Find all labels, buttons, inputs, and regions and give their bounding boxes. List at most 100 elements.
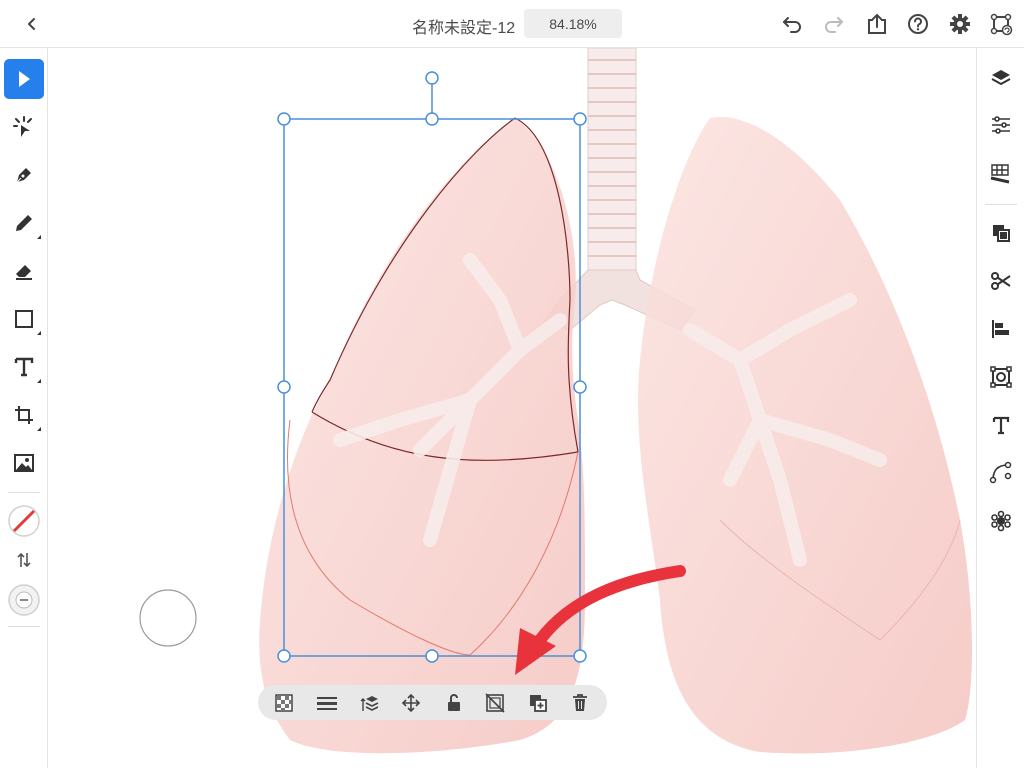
layers-button[interactable]: [981, 58, 1021, 98]
move-arrows-icon: [401, 693, 421, 713]
back-button[interactable]: [20, 12, 44, 36]
shape-builder-button[interactable]: [981, 261, 1021, 301]
sliders-icon: [992, 116, 1010, 134]
resize-handle: [277, 649, 291, 663]
effects-button[interactable]: [981, 501, 1021, 541]
left-toolbar: [0, 48, 48, 768]
eraser-icon: [16, 265, 32, 280]
image-icon: [14, 454, 34, 472]
lung-right: [638, 116, 972, 754]
redo-icon: [825, 17, 843, 33]
rectangle-icon: [15, 310, 33, 328]
arrange-layers-button[interactable]: [357, 690, 383, 716]
submenu-indicator: [37, 235, 41, 239]
redo-button[interactable]: [822, 12, 846, 36]
unlock-icon: [448, 694, 460, 711]
type-tool[interactable]: [4, 347, 44, 387]
repeat-grid-button[interactable]: [981, 357, 1021, 397]
document-title[interactable]: 名称未設定-12: [412, 14, 515, 38]
grid-settings-button[interactable]: [981, 153, 1021, 193]
settings-button[interactable]: [948, 12, 972, 36]
rotate-handle: [425, 71, 439, 85]
type-icon: [14, 357, 34, 377]
add-stroke-button[interactable]: [4, 580, 44, 620]
transform-icon: [15, 406, 33, 424]
cloud-sync-button[interactable]: [989, 12, 1013, 36]
zoom-level[interactable]: 84.18%: [524, 9, 622, 38]
undo-icon: [783, 17, 801, 33]
cloud-sync-icon: [990, 13, 1013, 36]
help-icon: [908, 14, 928, 34]
type-properties-button[interactable]: [981, 405, 1021, 445]
no-fill-icon: [485, 693, 505, 713]
stroke-weight-icon: [317, 697, 337, 710]
toolbar-divider: [8, 492, 40, 493]
submenu-indicator: [37, 331, 41, 335]
properties-button[interactable]: [981, 105, 1021, 145]
submenu-indicator: [37, 379, 41, 383]
align-left-icon: [992, 320, 1009, 338]
text-box-icon: [992, 416, 1010, 435]
layers-icon: [991, 70, 1011, 86]
eraser-tool[interactable]: [4, 251, 44, 291]
image-place-tool[interactable]: [4, 443, 44, 483]
toolbar-divider: [8, 626, 40, 627]
checkerboard-opacity-icon: [275, 694, 293, 712]
top-bar: 名称未設定-12 84.18%: [0, 0, 1024, 48]
rectangle-tool[interactable]: [4, 299, 44, 339]
pen-icon: [15, 168, 31, 184]
lung-illustration: [139, 48, 972, 754]
arrange-icon: [993, 225, 1010, 242]
submenu-indicator: [37, 427, 41, 431]
direct-select-tool[interactable]: [4, 107, 44, 147]
stroke-color-swatch[interactable]: [4, 501, 44, 541]
swap-arrows-icon: [17, 552, 31, 568]
transform-tool[interactable]: [4, 395, 44, 435]
chevron-left-icon: [28, 18, 35, 30]
align-button[interactable]: [981, 309, 1021, 349]
magic-select-icon: [13, 116, 32, 137]
pen-tool[interactable]: [4, 155, 44, 195]
scissors-icon: [991, 272, 1011, 290]
stroke-weight-button[interactable]: [314, 690, 340, 716]
share-button[interactable]: [865, 12, 889, 36]
opacity-button[interactable]: [271, 690, 297, 716]
repeat-grid-icon: [990, 366, 1012, 388]
toolbar-divider: [985, 204, 1017, 205]
share-icon: [868, 13, 886, 34]
duplicate-button[interactable]: [525, 690, 551, 716]
resize-handle: [277, 380, 291, 394]
resize-handle: [573, 649, 587, 663]
artboard-canvas[interactable]: [49, 48, 975, 768]
resize-handle: [573, 112, 587, 126]
context-toolbar: [258, 685, 607, 720]
resize-handle: [573, 380, 587, 394]
arrange-button[interactable]: [981, 213, 1021, 253]
layer-order-icon: [360, 696, 379, 711]
resize-handle: [425, 649, 439, 663]
resize-handle: [277, 112, 291, 126]
undo-button[interactable]: [780, 12, 804, 36]
grid-ruler-icon: [990, 164, 1010, 184]
swap-fill-stroke-button[interactable]: [4, 540, 44, 580]
pencil-tool[interactable]: [4, 203, 44, 243]
minus-circle-icon: [8, 584, 40, 616]
select-tool[interactable]: [4, 59, 44, 99]
help-button[interactable]: [906, 12, 930, 36]
touch-modifier[interactable]: [139, 589, 197, 647]
delete-button[interactable]: [567, 690, 593, 716]
path-edit-button[interactable]: [981, 453, 1021, 493]
trash-icon: [573, 694, 587, 711]
right-toolbar: [976, 48, 1024, 768]
select-arrow-icon: [19, 71, 30, 87]
no-fill-button[interactable]: [482, 690, 508, 716]
pencil-icon: [16, 215, 32, 231]
gear-icon: [950, 14, 970, 34]
resize-handle: [425, 112, 439, 126]
effects-icon: [991, 510, 1011, 532]
path-curve-icon: [989, 461, 1012, 484]
no-color-swatch-icon: [8, 505, 40, 537]
duplicate-icon: [530, 695, 547, 712]
move-button[interactable]: [398, 690, 424, 716]
unlock-button[interactable]: [441, 690, 467, 716]
